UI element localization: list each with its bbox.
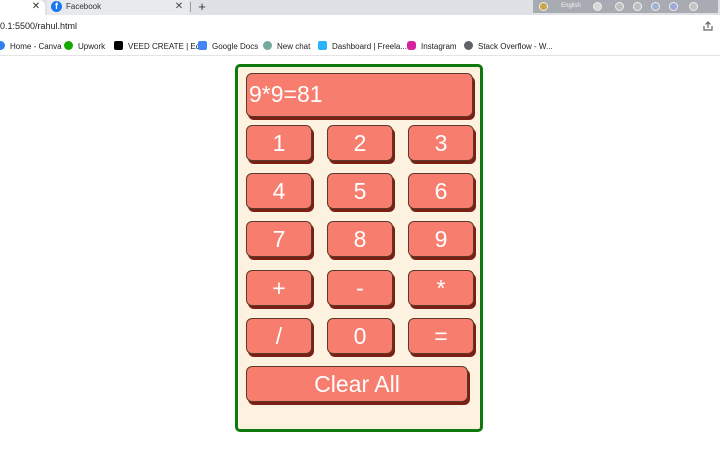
key-9[interactable]: 9 (408, 221, 474, 257)
close-tab-icon[interactable]: ✕ (30, 0, 42, 13)
close-tab-icon[interactable]: ✕ (173, 0, 185, 13)
gear-icon[interactable] (633, 2, 642, 11)
bookmark-label: Instagram (421, 42, 457, 51)
chat-icon (263, 41, 272, 50)
freelancer-icon (318, 41, 327, 50)
bookmark-new-chat[interactable]: New chat (263, 40, 310, 53)
bookmark-upwork[interactable]: Upwork (64, 40, 105, 53)
google-docs-icon (198, 41, 207, 50)
bookmarks-bar: Home - Canva Upwork VEED CREATE | Edit G… (0, 37, 720, 56)
extensions-bar: English (533, 0, 718, 13)
puzzle-icon[interactable] (615, 2, 624, 11)
key-5[interactable]: 5 (327, 173, 393, 209)
language-label[interactable]: English (559, 1, 583, 12)
key-4[interactable]: 4 (246, 173, 312, 209)
url-text[interactable]: 0.1:5500/rahul.html (0, 18, 77, 34)
bookmark-label: Dashboard | Freela... (332, 42, 408, 51)
bookmark-veed[interactable]: VEED CREATE | Edit (114, 40, 204, 53)
tab-title: Facebook (66, 2, 102, 11)
share-icon[interactable] (702, 20, 714, 32)
calculator: 9*9=81 1 2 3 4 5 6 7 8 9 + - * / 0 = Cle… (235, 64, 483, 432)
refresh-icon[interactable] (651, 2, 660, 11)
help-icon[interactable] (669, 2, 678, 11)
bookmark-label: Stack Overflow - W... (478, 42, 553, 51)
veed-icon (114, 41, 123, 50)
upwork-icon (64, 41, 73, 50)
key-divide[interactable]: / (246, 318, 312, 354)
tab-active[interactable]: ✕ (0, 0, 45, 15)
bookmark-label: Home - Canva (10, 42, 62, 51)
canva-icon (0, 41, 5, 50)
calculator-display[interactable]: 9*9=81 (246, 73, 473, 117)
display-value: 9*9=81 (249, 81, 323, 107)
key-equals[interactable]: = (408, 318, 474, 354)
bookmark-label: Google Docs (212, 42, 259, 51)
bookmark-label: Upwork (78, 42, 106, 51)
instagram-icon (407, 41, 416, 50)
bookmark-stack-overflow[interactable]: Stack Overflow - W... (464, 40, 553, 53)
clock-icon[interactable] (689, 2, 698, 11)
tab-separator (190, 2, 191, 12)
address-bar[interactable]: 0.1:5500/rahul.html (0, 15, 720, 37)
bookmark-freelancer[interactable]: Dashboard | Freela... (318, 40, 407, 53)
bookmark-google-docs[interactable]: Google Docs (198, 40, 258, 53)
bookmark-label: New chat (277, 42, 311, 51)
bookmark-canva[interactable]: Home - Canva (0, 40, 62, 53)
key-0[interactable]: 0 (327, 318, 393, 354)
new-tab-button[interactable]: + (195, 0, 209, 14)
bookmark-label: VEED CREATE | Edit (128, 42, 205, 51)
bookmark-instagram[interactable]: Instagram (407, 40, 457, 53)
key-8[interactable]: 8 (327, 221, 393, 257)
key-multiply[interactable]: * (408, 270, 474, 306)
tab-strip: ✕ f Facebook ✕ + English (0, 0, 720, 15)
globe-icon (464, 41, 473, 50)
extension-icon[interactable] (539, 2, 548, 11)
key-plus[interactable]: + (246, 270, 312, 306)
key-7[interactable]: 7 (246, 221, 312, 257)
key-3[interactable]: 3 (408, 125, 474, 161)
facebook-icon: f (51, 1, 62, 12)
key-1[interactable]: 1 (246, 125, 312, 161)
key-2[interactable]: 2 (327, 125, 393, 161)
tab-facebook[interactable]: f Facebook ✕ (47, 0, 189, 15)
key-minus[interactable]: - (327, 270, 393, 306)
key-6[interactable]: 6 (408, 173, 474, 209)
clear-all-button[interactable]: Clear All (246, 366, 468, 402)
cloud-icon[interactable] (593, 2, 602, 11)
